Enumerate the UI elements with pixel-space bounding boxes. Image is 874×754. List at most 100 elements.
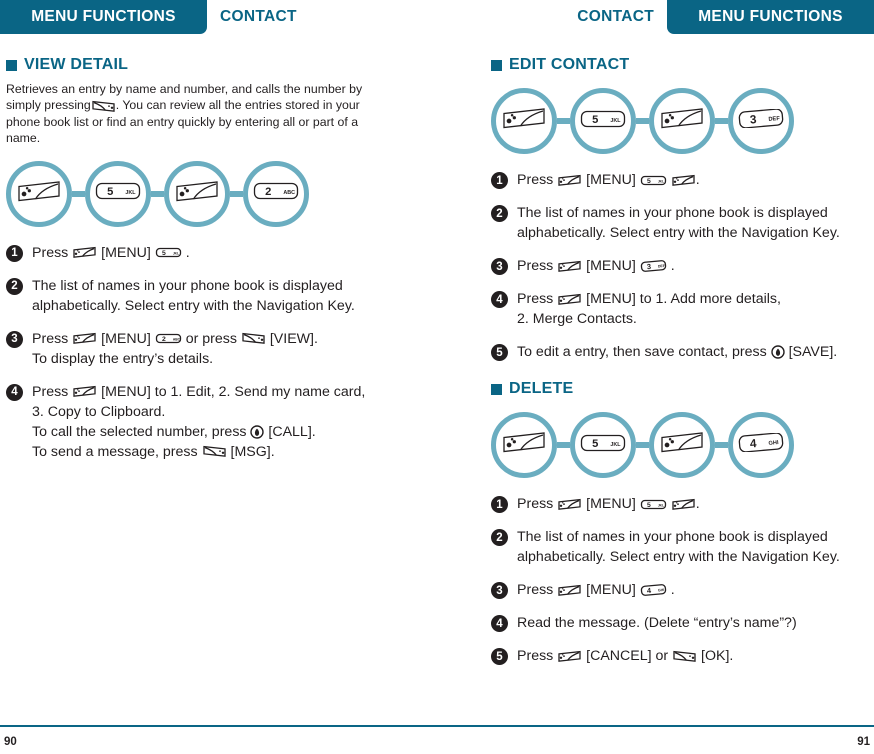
- step-text: Press [MENU] 5 JKL .: [517, 170, 700, 190]
- svg-text:GHI: GHI: [768, 440, 779, 447]
- header-tab-menu-functions-left[interactable]: MENU FUNCTIONS: [0, 0, 207, 34]
- step-text-fragment: Press: [517, 172, 558, 188]
- svg-text:JKL: JKL: [610, 441, 621, 447]
- svg-text:2: 2: [162, 336, 166, 343]
- svg-text:5: 5: [592, 113, 598, 125]
- send-softkey-icon: [91, 100, 116, 113]
- header-tab-menu-functions-right[interactable]: MENU FUNCTIONS: [667, 0, 874, 34]
- step-text-fragment: Press: [32, 244, 73, 261]
- flow-connector: [636, 118, 649, 124]
- flow-connector: [72, 190, 85, 197]
- keypad-key-5-jkl-icon: 5 JKL: [95, 182, 141, 205]
- svg-text:5: 5: [647, 178, 651, 185]
- step-text: Press [MENU] 2 ABC or press [VIEW]. To dis…: [32, 329, 318, 369]
- keypad-key-5-jkl-icon: 5 JKL: [580, 110, 626, 133]
- menu-softkey-icon: [17, 179, 61, 209]
- step-text-line: The list of names in your phone book is …: [517, 203, 840, 223]
- step-text-fragment: alphabetically. Select entry with the Na…: [517, 225, 840, 241]
- step-text-fragment: [MENU]: [97, 244, 155, 261]
- flow-node-1: [491, 412, 557, 478]
- svg-text:5: 5: [162, 250, 166, 257]
- step-text-line: To send a message, press [MSG].: [32, 442, 365, 462]
- svg-text:JKL: JKL: [610, 117, 621, 123]
- step-number-badge: 5: [491, 344, 508, 361]
- steps-list-edit-contact: 1 Press [MENU] 5 JKL . 2 The list of names i…: [491, 170, 874, 362]
- page-number-right: 91: [857, 736, 870, 748]
- step-text-fragment: 2. Merge Contacts.: [517, 311, 637, 327]
- svg-text:5: 5: [592, 437, 598, 449]
- step-item: 1 Press [MENU] 5 JKL .: [491, 494, 874, 514]
- menu-softkey-icon: [557, 174, 582, 187]
- step-text-fragment: The list of names in your phone book is …: [32, 277, 343, 294]
- svg-text:GHI: GHI: [657, 588, 664, 593]
- flow-diagram-delete: 5 JKL 4 GHI: [491, 412, 874, 478]
- step-text-fragment: [CALL].: [264, 423, 316, 440]
- key-5-jkl-icon: 5 JKL: [155, 247, 182, 258]
- step-number-badge: 5: [491, 648, 508, 665]
- header-tab-contact-right[interactable]: CONTACT: [577, 0, 654, 34]
- menu-softkey-icon: [557, 293, 582, 306]
- keypad-key-5-jkl-icon: 5 JKL: [580, 434, 626, 457]
- step-number-badge: 3: [491, 258, 508, 275]
- step-text-line: alphabetically. Select entry with the Na…: [517, 223, 840, 243]
- keypad-key-4-ghi-icon: 4 GHI: [738, 432, 784, 457]
- flow-connector: [557, 442, 570, 448]
- step-text-fragment: .: [666, 582, 675, 598]
- menu-softkey-icon: [660, 430, 704, 460]
- menu-softkey-icon: [72, 385, 97, 398]
- flow-connector: [715, 442, 728, 448]
- step-text-fragment: Press: [32, 330, 73, 347]
- step-text: To edit a entry, then save contact, pres…: [517, 342, 837, 362]
- step-text-line: Press [MENU] 5 JKL .: [517, 170, 700, 190]
- flow-node-4: 3 DEF: [728, 88, 794, 154]
- steps-list-delete: 1 Press [MENU] 5 JKL . 2 The list of names i…: [491, 494, 874, 666]
- step-text-line: Press [MENU] 2 ABC or press [VIEW].: [32, 329, 318, 349]
- section-heading-edit-contact: EDIT CONTACT: [491, 56, 874, 74]
- step-text-line: 2. Merge Contacts.: [517, 309, 781, 329]
- step-item: 3 Press [MENU] 3 DEF .: [491, 256, 874, 276]
- step-text-fragment: .: [695, 496, 700, 512]
- step-text-fragment: Press: [517, 291, 558, 307]
- step-text-fragment: [CANCEL] or: [582, 648, 673, 664]
- step-item: 3 Press [MENU] 4 GHI .: [491, 580, 874, 600]
- step-text-line: Press [MENU] 3 DEF .: [517, 256, 675, 276]
- step-text-fragment: [MSG].: [226, 443, 275, 460]
- call-center-key-icon: [250, 425, 265, 439]
- header-tab-contact-left[interactable]: CONTACT: [220, 0, 297, 34]
- step-text-fragment: [MENU]: [582, 258, 640, 274]
- step-text: The list of names in your phone book is …: [32, 276, 355, 316]
- key-2-abc-icon: 2 ABC: [155, 333, 182, 344]
- flow-node-3: [164, 160, 230, 227]
- step-text: Press [MENU] to 1. Add more details, 2. M…: [517, 289, 781, 329]
- keypad-key-2-abc-icon: 2 ABC: [253, 182, 299, 205]
- step-text-fragment: alphabetically. Select entry with the Na…: [32, 297, 355, 314]
- flow-node-2: 5 JKL: [570, 88, 636, 154]
- step-text-fragment: The list of names in your phone book is …: [517, 529, 828, 545]
- menu-softkey-icon: [502, 106, 546, 136]
- svg-text:DEF: DEF: [768, 116, 780, 123]
- step-text: The list of names in your phone book is …: [517, 203, 840, 243]
- send-softkey-icon: [241, 332, 266, 345]
- step-item: 4 Press [MENU] to 1. Add more details, 2. …: [491, 289, 874, 329]
- menu-softkey-icon: [557, 584, 582, 597]
- step-text-fragment: [MENU] to 1. Add more details,: [582, 291, 781, 307]
- flow-diagram-view-detail: 5 JKL 2 ABC: [6, 160, 401, 227]
- step-text-fragment: To display the entry’s details.: [32, 350, 214, 367]
- manual-page: MENU FUNCTIONS CONTACT CONTACT MENU FUNC…: [0, 0, 874, 754]
- keypad-key-3-def-icon: 3 DEF: [738, 108, 784, 133]
- svg-text:5: 5: [647, 502, 651, 509]
- left-column: VIEW DETAIL Retrieves an entry by name a…: [6, 56, 401, 475]
- step-item: 5 To edit a entry, then save contact, pre…: [491, 342, 874, 362]
- step-text-fragment: Press: [32, 383, 73, 400]
- step-text-fragment: .: [181, 244, 190, 261]
- step-item: 4 Press [MENU] to 1. Edit, 2. Send my nam…: [6, 382, 401, 462]
- step-text-fragment: [MENU]: [582, 496, 640, 512]
- send-softkey-icon: [202, 445, 227, 458]
- right-column: EDIT CONTACT 5 JKL 3 DEF 1 Press [MENU] 5 JKL .…: [491, 56, 874, 679]
- intro-paragraph: Retrieves an entry by name and number, a…: [6, 81, 371, 147]
- svg-text:JKL: JKL: [658, 503, 664, 507]
- key-5-jkl-icon: 5 JKL: [640, 175, 667, 186]
- step-text-fragment: alphabetically. Select entry with the Na…: [517, 549, 840, 565]
- step-text-fragment: Press: [517, 496, 558, 512]
- step-number-badge: 1: [491, 496, 508, 513]
